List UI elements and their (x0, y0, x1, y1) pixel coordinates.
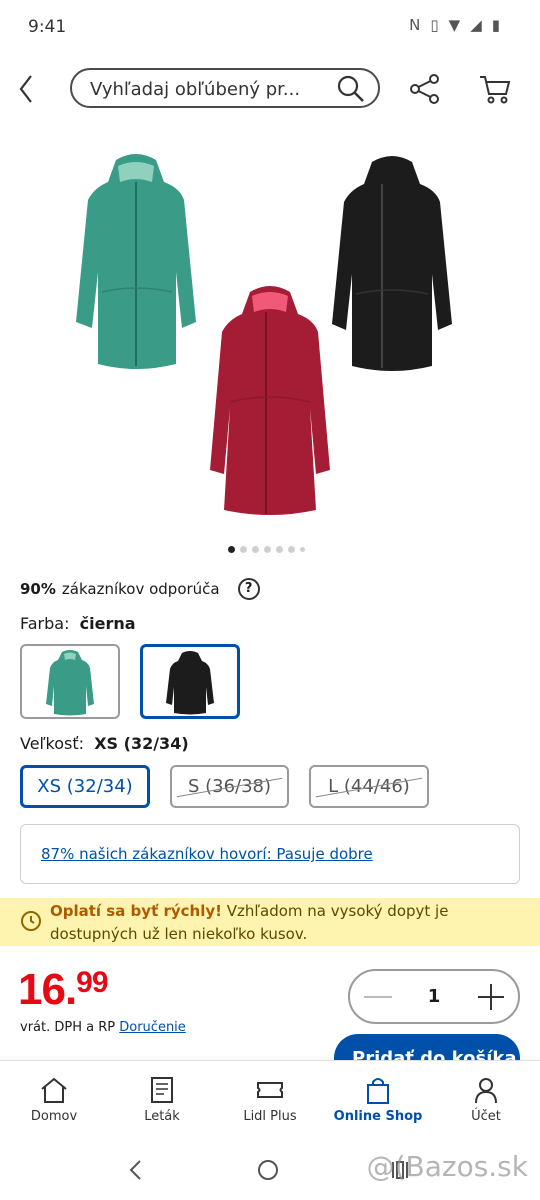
vat-info: vrát. DPH a RP Doručenie (20, 1020, 186, 1035)
color-swatch-black[interactable] (140, 644, 240, 719)
vibrate-icon: ▯ (430, 16, 439, 34)
pagination-dot[interactable] (228, 546, 235, 553)
user-icon (475, 1078, 497, 1104)
chevron-left-icon (19, 75, 32, 103)
search-input[interactable]: Vyhľadaj obľúbený pr... (70, 68, 380, 108)
product-image-black-coat (332, 156, 452, 371)
help-icon[interactable]: ? (237, 578, 260, 600)
green-coat-thumbnail (46, 650, 94, 716)
nav-item-lidl-plus[interactable]: Lidl Plus (220, 1075, 320, 1124)
color-swatch-green[interactable] (20, 644, 120, 719)
share-button[interactable] (408, 72, 442, 106)
battery-icon: ▮ (491, 16, 500, 34)
color-label-text: Farba: (20, 614, 70, 633)
pagination-dot[interactable] (264, 546, 271, 553)
cart-icon (480, 76, 511, 104)
recommend-percent: 90% (20, 580, 56, 598)
watermark: @(Bazos.sk (366, 1150, 528, 1183)
nav-item-online-shop[interactable]: Online Shop (328, 1075, 428, 1124)
size-label-text: Veľkosť: (20, 734, 85, 753)
price: 16.99 (18, 965, 109, 1015)
nav-label: Online Shop (333, 1109, 423, 1124)
flyer-icon (151, 1077, 173, 1103)
product-image-green-coat (76, 154, 196, 369)
nav-label: Lidl Plus (243, 1109, 297, 1124)
pagination-dot[interactable] (276, 546, 283, 553)
increment-button[interactable] (476, 982, 506, 1012)
alert-text: Oplatí sa byť rýchly! Vzhľadom na vysoký… (50, 900, 520, 946)
size-option-xs[interactable]: XS (32/34) (20, 765, 150, 808)
product-image-gallery[interactable] (0, 140, 540, 540)
size-option-label: XS (32/34) (37, 776, 133, 797)
clock-icon (21, 911, 41, 931)
color-selected-value: čierna (79, 614, 136, 633)
status-bar: 9:41 N ▯ ▼ ◢ ▮ (0, 0, 540, 52)
system-back-icon[interactable] (126, 1158, 146, 1182)
bottom-navigation: Domov Leták Lidl Plus Online Shop Účet (0, 1060, 540, 1146)
size-option-l[interactable]: L (44/46) (309, 765, 429, 808)
pagination-dot[interactable] (252, 546, 259, 553)
size-option-s[interactable]: S (36/38) (170, 765, 289, 808)
shopping-bag-icon (367, 1078, 389, 1104)
recommendation-info: 90% zákazníkov odporúča ? (20, 578, 260, 600)
color-label: Farba: čierna (20, 614, 136, 633)
nav-label: Domov (30, 1109, 78, 1124)
quantity-stepper: 1 (348, 969, 520, 1024)
nav-label: Leták (144, 1109, 180, 1124)
fit-feedback-box: 87% našich zákazníkov hovorí: Pasuje dob… (20, 824, 520, 884)
cart-button[interactable] (478, 72, 512, 106)
fit-feedback-link[interactable]: 87% našich zákazníkov hovorí: Pasuje dob… (41, 845, 373, 863)
vat-text: vrát. DPH a RP (20, 1020, 116, 1035)
size-selected-value: XS (32/34) (94, 734, 189, 753)
system-home-icon[interactable] (256, 1158, 280, 1182)
search-icon[interactable] (336, 74, 366, 104)
home-icon (41, 1077, 67, 1103)
product-image-red-coat (210, 286, 330, 515)
pagination-dot[interactable] (288, 546, 295, 553)
pagination-dot[interactable] (240, 546, 247, 553)
black-coat-thumbnail (166, 651, 214, 715)
share-icon (410, 74, 439, 104)
recommend-text: zákazníkov odporúča (61, 580, 220, 598)
delivery-link[interactable]: Doručenie (119, 1020, 186, 1035)
price-decimal: 99 (76, 966, 108, 999)
alert-bold-text: Oplatí sa byť rýchly! (50, 902, 222, 920)
nfc-icon: N (409, 16, 421, 34)
size-label: Veľkosť: XS (32/34) (20, 734, 189, 753)
search-placeholder: Vyhľadaj obľúbený pr... (90, 79, 301, 100)
nav-item-account[interactable]: Účet (436, 1075, 536, 1124)
ticket-icon (257, 1082, 283, 1098)
nav-item-flyer[interactable]: Leták (112, 1075, 212, 1124)
gallery-pagination (228, 546, 305, 553)
price-integer: 16. (18, 965, 77, 1014)
status-time: 9:41 (28, 17, 67, 37)
nav-label: Účet (471, 1109, 501, 1124)
low-stock-alert: Oplatí sa byť rýchly! Vzhľadom na vysoký… (0, 898, 540, 946)
pagination-dot[interactable] (300, 547, 305, 552)
nav-item-home[interactable]: Domov (4, 1075, 104, 1124)
status-icons: N ▯ ▼ ◢ ▮ (409, 16, 500, 34)
wifi-icon: ▼ (448, 16, 461, 34)
back-button[interactable] (14, 72, 40, 106)
signal-icon: ◢ (470, 16, 482, 34)
